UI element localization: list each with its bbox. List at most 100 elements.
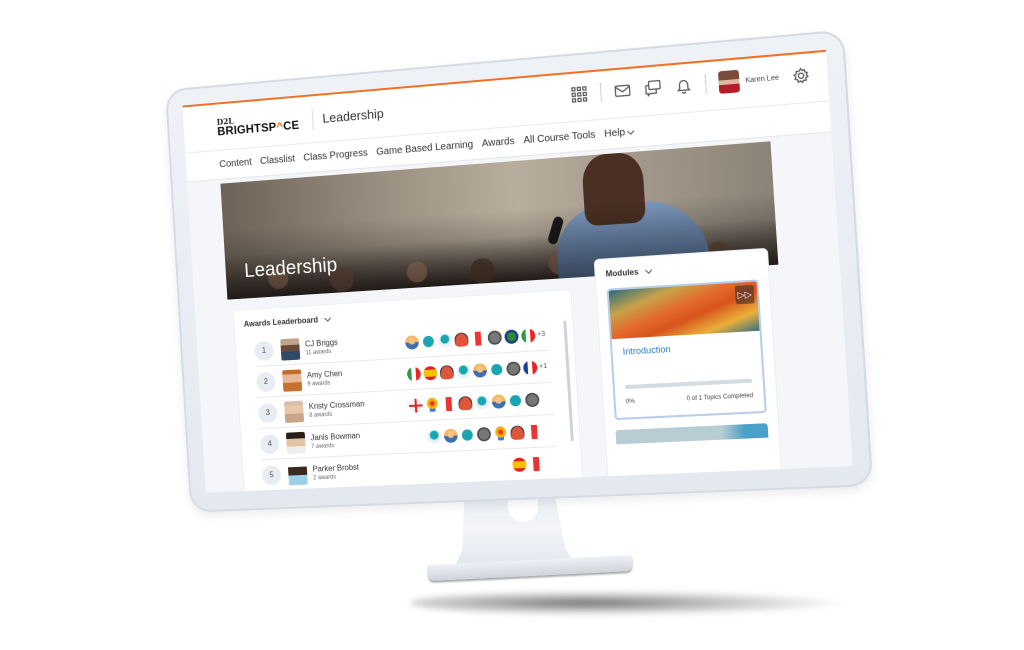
module-progress-bar xyxy=(624,378,753,390)
awards-leaderboard-widget: Awards Leaderboard 1 CJ Briggs 11 awards +3… xyxy=(233,289,585,493)
modules-widget: Modules ▷▷ Introduction 0% 0 of 1 Topics… xyxy=(594,248,783,493)
pencil-award-icon[interactable] xyxy=(524,392,540,407)
award-badges xyxy=(381,327,536,351)
module-topics-completed: 0 of 1 Topics Completed xyxy=(686,392,754,403)
learner-avatar xyxy=(280,337,301,361)
module-card-introduction[interactable]: ▷▷ Introduction 0% 0 of 1 Topics Complet… xyxy=(606,279,767,421)
more-awards-count[interactable] xyxy=(545,463,557,464)
user-menu[interactable]: Karen Lee xyxy=(717,66,780,94)
modules-title: Modules xyxy=(605,267,639,279)
nav-help[interactable]: Help xyxy=(604,126,635,140)
award-badges xyxy=(383,359,538,382)
nav-all-course-tools[interactable]: All Course Tools xyxy=(523,130,596,147)
module-progress-info: 0% 0 of 1 Topics Completed xyxy=(626,393,754,405)
helmet-award-icon[interactable] xyxy=(458,395,473,411)
pencil-award-icon[interactable] xyxy=(476,426,492,442)
ribbon-award-icon[interactable] xyxy=(425,397,440,412)
rank-badge: 4 xyxy=(259,433,280,454)
icon-separator xyxy=(704,74,707,94)
trophy-award-icon[interactable] xyxy=(461,428,474,441)
es-award-icon[interactable] xyxy=(423,365,438,380)
trophy-award-icon[interactable] xyxy=(490,363,503,376)
trophy-award-icon[interactable] xyxy=(422,335,435,347)
nav-awards[interactable]: Awards xyxy=(482,136,515,150)
chat-icon[interactable] xyxy=(643,78,662,98)
ext-award-icon[interactable] xyxy=(470,330,486,346)
more-awards-count[interactable]: +1 xyxy=(539,363,551,370)
nav-classlist[interactable]: Classlist xyxy=(260,154,295,167)
award-count: 7 awards xyxy=(311,443,335,451)
rank-badge: 2 xyxy=(256,371,276,392)
nav-content[interactable]: Content xyxy=(219,157,252,170)
rank-badge: 3 xyxy=(257,402,278,423)
learner-info: Janis Bowman 7 awards xyxy=(310,430,387,450)
it-award-icon[interactable] xyxy=(520,327,536,343)
ribbon-award-icon[interactable] xyxy=(493,425,508,441)
learner-info: Parker Brobst 2 awards xyxy=(312,461,389,482)
module-progress-percent: 0% xyxy=(625,398,635,406)
award-badges xyxy=(387,424,542,445)
user-avatar xyxy=(717,69,740,94)
helmet-award-icon[interactable] xyxy=(439,364,455,380)
chevron-down-icon xyxy=(627,127,635,135)
ext-award-icon[interactable] xyxy=(441,396,457,411)
nav-class-progress[interactable]: Class Progress xyxy=(303,148,368,164)
stage: D2L BRIGHTSP^CE Leadership Karen Lee Con… xyxy=(0,0,1024,650)
icon-separator xyxy=(599,83,602,102)
medal-award-icon[interactable] xyxy=(437,332,453,348)
monitor-shadow xyxy=(410,590,850,616)
fast-forward-icon[interactable]: ▷▷ xyxy=(734,284,755,305)
award-count: 8 awards xyxy=(309,411,333,419)
helmet-award-icon[interactable] xyxy=(454,331,469,347)
people-award-icon[interactable] xyxy=(443,428,458,443)
pencil-award-icon[interactable] xyxy=(506,360,521,376)
people-award-icon[interactable] xyxy=(491,393,507,409)
it-award-icon[interactable] xyxy=(406,366,422,381)
medal-award-icon[interactable] xyxy=(427,428,442,444)
en-award-icon[interactable] xyxy=(408,397,424,413)
medal-award-icon[interactable] xyxy=(456,363,471,379)
mail-icon[interactable] xyxy=(613,81,632,101)
more-awards-count[interactable] xyxy=(543,430,555,431)
chevron-down-icon[interactable] xyxy=(645,266,653,274)
chevron-down-icon[interactable] xyxy=(324,314,332,322)
award-count: 2 awards xyxy=(312,474,337,482)
module-card-next[interactable] xyxy=(615,423,769,445)
ext-award-icon[interactable] xyxy=(528,456,544,471)
brightspace-logo[interactable]: D2L BRIGHTSP^CE xyxy=(216,111,300,138)
screen: D2L BRIGHTSP^CE Leadership Karen Lee Con… xyxy=(182,49,853,493)
nav-help-label: Help xyxy=(604,127,626,140)
learner-avatar xyxy=(282,368,303,392)
people-award-icon[interactable] xyxy=(404,334,420,350)
nav-game-based-learning[interactable]: Game Based Learning xyxy=(376,139,473,158)
more-awards-count[interactable] xyxy=(541,398,553,399)
course-title[interactable]: Leadership xyxy=(322,106,384,126)
modules-header[interactable]: Modules xyxy=(605,260,757,279)
helmet-award-icon[interactable] xyxy=(510,424,525,440)
monitor: D2L BRIGHTSP^CE Leadership Karen Lee Con… xyxy=(150,29,874,520)
learner-info: CJ Briggs 11 awards xyxy=(305,335,382,357)
medal-award-icon[interactable] xyxy=(474,394,490,410)
globe-award-icon[interactable] xyxy=(504,328,519,344)
apps-grid-icon[interactable] xyxy=(569,85,588,105)
gear-icon[interactable] xyxy=(791,66,811,86)
monitor-bezel: D2L BRIGHTSP^CE Leadership Karen Lee Con… xyxy=(165,29,874,513)
pencil-award-icon[interactable] xyxy=(487,329,503,345)
award-badges xyxy=(388,456,544,477)
bell-icon[interactable] xyxy=(674,76,694,96)
learner-avatar xyxy=(287,462,308,485)
ext-award-icon[interactable] xyxy=(526,424,542,439)
logo-text-post: CE xyxy=(282,117,300,133)
header-divider xyxy=(311,108,314,131)
rank-badge: 1 xyxy=(254,340,274,361)
people-award-icon[interactable] xyxy=(472,362,488,378)
learner-avatar xyxy=(283,400,305,423)
learner-name[interactable]: Parker Brobst xyxy=(312,461,389,474)
module-map-image: ▷▷ xyxy=(608,281,760,340)
user-name: Karen Lee xyxy=(745,74,780,85)
more-awards-count[interactable]: +3 xyxy=(537,331,549,338)
fr-award-icon[interactable] xyxy=(522,359,538,375)
es-award-icon[interactable] xyxy=(512,456,527,472)
learner-info: Kristy Crossman 8 awards xyxy=(309,398,386,418)
trophy-award-icon[interactable] xyxy=(509,394,522,407)
